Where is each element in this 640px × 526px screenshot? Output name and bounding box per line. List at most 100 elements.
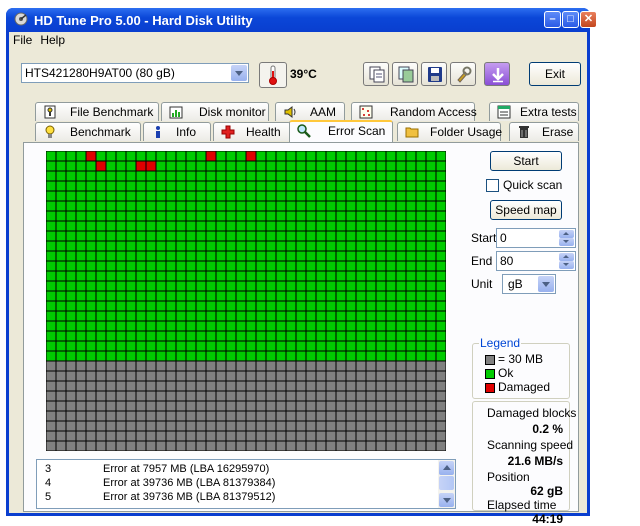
scan-block	[416, 201, 426, 211]
scan-block	[436, 401, 446, 411]
folder-icon	[405, 127, 419, 138]
scan-block	[126, 201, 136, 211]
scan-block	[66, 221, 76, 231]
scan-block	[376, 401, 386, 411]
scan-block	[176, 171, 186, 181]
scan-block	[426, 371, 436, 381]
scan-block	[236, 371, 246, 381]
scan-block	[316, 211, 326, 221]
spin-up-icon	[559, 253, 574, 261]
scan-block	[336, 331, 346, 341]
log-scrollbar[interactable]	[438, 460, 455, 508]
scan-block	[156, 361, 166, 371]
title-bar[interactable]: HD Tune Pro 5.00 - Hard Disk Utility – □…	[6, 8, 597, 32]
menu-help[interactable]: Help	[36, 32, 69, 47]
scan-block	[376, 341, 386, 351]
tab-random-access[interactable]: Random Access	[351, 102, 477, 121]
scan-block	[426, 321, 436, 331]
scan-block	[156, 421, 166, 431]
scan-block	[386, 381, 396, 391]
scan-block	[76, 361, 86, 371]
scroll-down-arrow-icon[interactable]	[439, 493, 454, 507]
scan-block	[366, 371, 376, 381]
scan-block	[396, 201, 406, 211]
scan-block	[346, 291, 356, 301]
scan-block	[56, 201, 66, 211]
tab-error-scan[interactable]: Error Scan	[289, 120, 393, 142]
scan-block	[156, 181, 166, 191]
chevron-down-icon[interactable]	[231, 65, 247, 81]
tab-disk-monitor[interactable]: Disk monitor	[161, 102, 269, 121]
scan-block	[376, 321, 386, 331]
scan-block	[286, 391, 296, 401]
start-field[interactable]: 0	[496, 228, 576, 248]
exit-button[interactable]: Exit	[529, 62, 581, 86]
scan-block	[306, 331, 316, 341]
scan-block	[416, 361, 426, 371]
scroll-up-arrow-icon[interactable]	[439, 461, 454, 475]
scan-block	[196, 271, 206, 281]
scan-block	[346, 401, 356, 411]
scan-block	[316, 361, 326, 371]
scan-block	[356, 381, 366, 391]
end-field[interactable]: 80	[496, 251, 576, 271]
scan-block	[246, 191, 256, 201]
maximize-button[interactable]: □	[562, 11, 579, 28]
scan-block	[186, 231, 196, 241]
options-button[interactable]	[450, 62, 476, 86]
scan-block	[246, 431, 256, 441]
scan-block	[286, 191, 296, 201]
scan-block	[196, 321, 206, 331]
scan-block	[136, 291, 146, 301]
scan-block	[256, 371, 266, 381]
tab-folder-usage[interactable]: Folder Usage	[397, 122, 502, 141]
scan-block	[416, 161, 426, 171]
scan-block	[336, 181, 346, 191]
scan-block	[286, 331, 296, 341]
scan-block	[416, 441, 426, 451]
tab-info[interactable]: Info	[143, 122, 211, 141]
speed-map-button[interactable]: Speed map	[490, 200, 562, 220]
scan-block	[416, 231, 426, 241]
error-log-list[interactable]: 3 Error at 7957 MB (LBA 16295970) 4 Error …	[36, 459, 456, 509]
spin-down-icon	[559, 261, 574, 269]
scan-block	[96, 221, 106, 231]
scan-block	[336, 371, 346, 381]
scan-block	[266, 441, 276, 451]
unit-select[interactable]: gB	[502, 274, 556, 294]
tab-file-benchmark[interactable]: File Benchmark	[35, 102, 159, 121]
scan-block	[336, 321, 346, 331]
drive-select[interactable]: HTS421280H9AT00 (80 gB)	[21, 63, 249, 83]
copy-text-button[interactable]	[363, 62, 389, 86]
scan-block	[96, 181, 106, 191]
tab-erase[interactable]: Erase	[509, 122, 579, 141]
scan-block	[436, 421, 446, 431]
download-button[interactable]	[484, 62, 510, 86]
close-button[interactable]: ✕	[580, 11, 597, 28]
start-button[interactable]: Start	[490, 151, 562, 171]
copy-screen-button[interactable]	[392, 62, 418, 86]
scan-block	[206, 291, 216, 301]
scan-block	[66, 441, 76, 451]
minimize-button[interactable]: –	[544, 11, 561, 28]
menu-file[interactable]: File	[9, 32, 36, 47]
tab-benchmark[interactable]: Benchmark	[35, 122, 141, 141]
tab-extra-tests[interactable]: Extra tests	[489, 102, 579, 121]
tab-aam[interactable]: AAM	[275, 102, 345, 121]
quick-scan-checkbox[interactable]	[486, 179, 499, 192]
scroll-thumb[interactable]	[439, 476, 454, 490]
scan-block	[186, 391, 196, 401]
chevron-down-icon[interactable]	[538, 276, 554, 292]
save-button[interactable]	[421, 62, 447, 86]
scan-block	[76, 261, 86, 271]
scan-block	[426, 291, 436, 301]
scan-block	[276, 441, 286, 451]
scan-block	[56, 411, 66, 421]
tab-health[interactable]: Health	[213, 122, 291, 141]
scan-block	[326, 201, 336, 211]
scan-block	[186, 251, 196, 261]
scan-block	[76, 181, 86, 191]
scan-block	[346, 261, 356, 271]
scan-block	[236, 151, 246, 161]
scan-block	[186, 291, 196, 301]
